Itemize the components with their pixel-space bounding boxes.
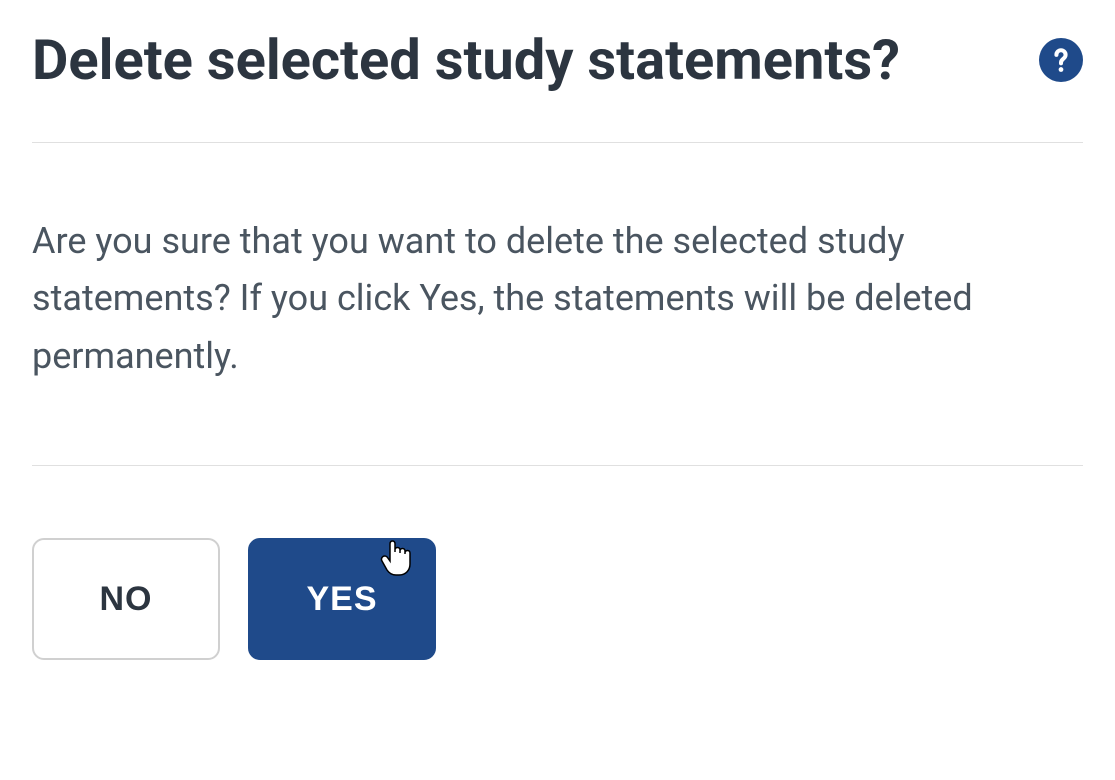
- dialog-title: Delete selected study statements?: [32, 30, 900, 92]
- no-button-label: NO: [100, 580, 153, 619]
- dialog-body: Are you sure that you want to delete the…: [32, 143, 1083, 467]
- dialog-message: Are you sure that you want to delete the…: [32, 213, 1083, 386]
- dialog-header: Delete selected study statements?: [32, 30, 1083, 143]
- no-button[interactable]: NO: [32, 538, 220, 660]
- dialog-actions: NO YES: [32, 466, 1083, 660]
- help-icon[interactable]: [1039, 38, 1083, 82]
- yes-button-label: YES: [306, 580, 377, 619]
- yes-button[interactable]: YES: [248, 538, 436, 660]
